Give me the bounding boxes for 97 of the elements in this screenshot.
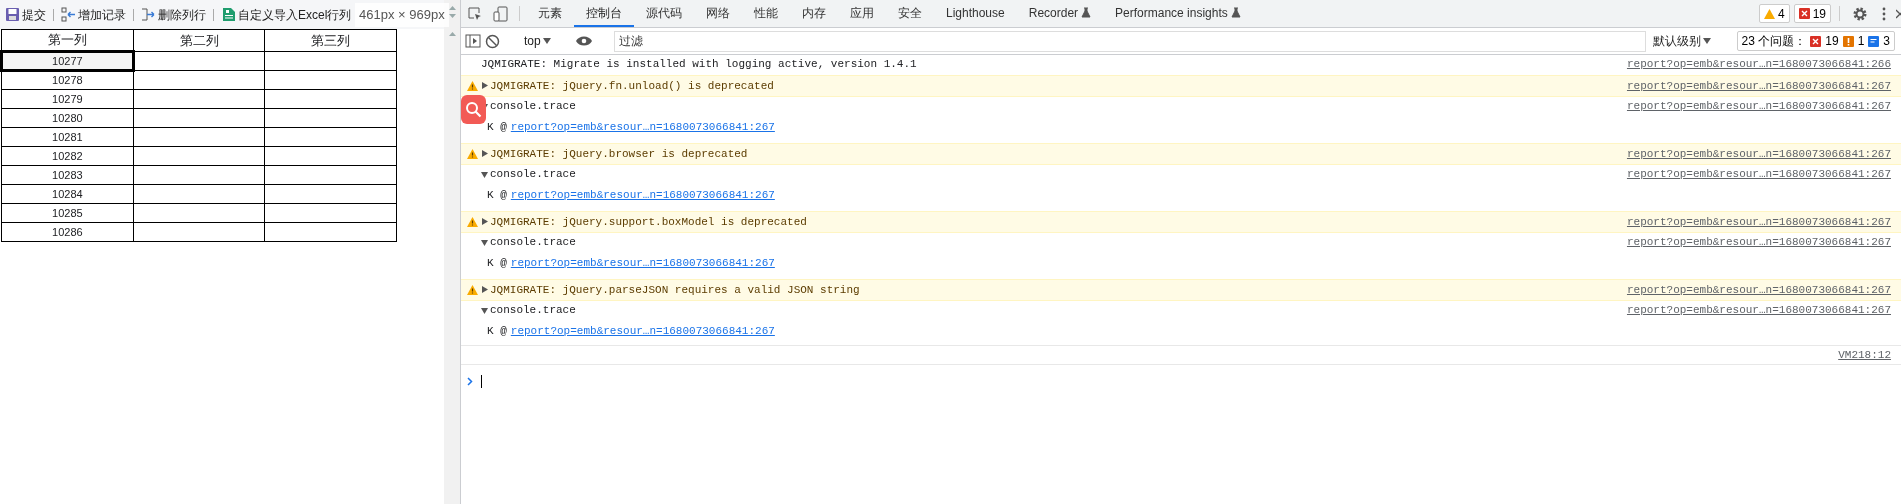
text-cursor (481, 375, 482, 388)
add-row-icon (61, 7, 76, 22)
stack-frame-link[interactable]: report?op=emb&resour…n=1680073066841:267 (510, 186, 775, 204)
expanded-triangle-icon[interactable] (481, 170, 488, 178)
column-header: 第三列 (264, 29, 397, 51)
source-link[interactable]: report?op=emb&resour…n=1680073066841:267 (1626, 166, 1891, 183)
info-icon (1868, 35, 1880, 47)
tab[interactable]: 性能 (742, 0, 790, 27)
tab[interactable]: 安全 (886, 0, 934, 27)
tab[interactable]: 网络 (694, 0, 742, 27)
stack-frame-name: K @ (487, 187, 507, 203)
clear-icon[interactable] (485, 33, 500, 49)
spreadsheet-icon (221, 7, 236, 22)
stack-frame-name: K @ (487, 255, 507, 271)
warning-message: JQMIGRATE: jQuery.support.boxModel is deprecated (490, 215, 807, 228)
eye-icon[interactable] (574, 35, 593, 47)
delete-button[interactable]: 删除列行 (138, 5, 209, 24)
tab[interactable]: 源代码 (634, 0, 694, 27)
filter-field[interactable]: 过滤 (613, 30, 1646, 52)
collapsed-triangle-icon[interactable] (481, 218, 488, 226)
expanded-triangle-icon[interactable] (481, 306, 488, 314)
inspect-icon[interactable] (467, 6, 483, 22)
error-icon (1810, 35, 1822, 47)
trace-label: console.trace (490, 168, 576, 181)
more-icon[interactable] (1882, 7, 1886, 21)
prompt-chevron-icon (467, 377, 473, 386)
table-cell: 10286 (1, 222, 134, 242)
warning-icon (1842, 35, 1854, 47)
trace-label: console.trace (490, 100, 576, 113)
dropdown-caret-icon (542, 38, 551, 44)
table-cell: 10281 (1, 127, 134, 147)
warning-icon (1763, 8, 1775, 19)
source-link[interactable]: report?op=emb&resour…n=1680073066841:267 (1626, 213, 1891, 231)
stack-frame-link[interactable]: report?op=emb&resour…n=1680073066841:267 (510, 254, 775, 272)
table-cell: 10282 (1, 146, 134, 166)
collapsed-triangle-icon[interactable] (481, 150, 488, 158)
collapsed-triangle-icon[interactable] (481, 286, 488, 294)
tab[interactable]: 应用 (838, 0, 886, 27)
warning-icon (467, 149, 478, 159)
source-link[interactable]: report?op=emb&resour…n=1680073066841:267 (1626, 98, 1891, 115)
stack-frame-link[interactable]: report?op=emb&resour…n=1680073066841:267 (510, 322, 775, 340)
source-link[interactable]: report?op=emb&resour…n=1680073066841:267 (1626, 77, 1891, 95)
tab[interactable]: Recorder (1016, 0, 1104, 27)
warning-icon (467, 285, 478, 295)
source-link[interactable]: VM218:12 (1838, 346, 1891, 364)
dropdown-caret-icon (1702, 38, 1711, 44)
warning-message: JQMIGRATE: jQuery.browser is deprecated (490, 147, 748, 160)
close-icon[interactable] (1896, 9, 1901, 19)
size-tooltip: 461px × 969px (355, 3, 449, 27)
warning-icon (467, 217, 478, 227)
search-button[interactable] (461, 95, 486, 124)
tab[interactable]: Performance insights (1103, 0, 1253, 27)
expanded-triangle-icon[interactable] (481, 238, 488, 246)
submit-button[interactable]: 提交 (2, 5, 49, 24)
save-icon (5, 7, 20, 22)
table-cell: 10283 (1, 165, 134, 185)
source-link[interactable]: report?op=emb&resour…n=1680073066841:267 (1626, 145, 1891, 163)
settings-icon[interactable] (1852, 6, 1868, 22)
log-message: JQMIGRATE: Migrate is installed with logging active, version 1.4.1 (481, 58, 917, 71)
tab[interactable]: 内存 (790, 0, 838, 27)
stack-frame-name: K @ (487, 119, 507, 135)
import-excel-button[interactable]: 自定义导入Excel行列 (218, 5, 355, 24)
warning-message: JQMIGRATE: jQuery.fn.unload() is deprecated (490, 79, 774, 92)
flask-icon (1230, 7, 1241, 18)
device-toolbar-icon[interactable] (493, 6, 509, 22)
warning-message: JQMIGRATE: jQuery.parseJSON requires a valid JSON string (490, 283, 860, 296)
tab[interactable]: 元素 (526, 0, 574, 27)
log-level-dropdown[interactable]: 默认级别 (1649, 32, 1714, 50)
warnings-badge[interactable]: 4 (1758, 4, 1790, 23)
table-cell: 10277 (1, 51, 134, 71)
source-link[interactable]: report?op=emb&resour…n=1680073066841:267 (1626, 234, 1891, 251)
context-dropdown[interactable]: top (521, 32, 554, 50)
flask-icon (1081, 7, 1092, 18)
tab[interactable]: Lighthouse (934, 0, 1017, 27)
delete-row-icon (141, 7, 156, 22)
search-icon (465, 101, 482, 118)
errors-badge[interactable]: 19 (1793, 4, 1831, 23)
table-cell: 10279 (1, 89, 134, 109)
table-cell: 10280 (1, 108, 134, 128)
collapsed-triangle-icon[interactable] (481, 82, 488, 90)
source-link[interactable]: report?op=emb&resour…n=1680073066841:267 (1626, 281, 1891, 299)
warning-icon (467, 81, 478, 91)
stack-frame-link[interactable]: report?op=emb&resour…n=1680073066841:267 (510, 118, 775, 136)
stack-frame-name: K @ (487, 323, 507, 339)
tab[interactable]: 控制台 (574, 0, 634, 27)
source-link[interactable]: report?op=emb&resour…n=1680073066841:266 (1626, 56, 1891, 73)
source-link[interactable]: report?op=emb&resour…n=1680073066841:267 (1626, 302, 1891, 319)
issues-button[interactable]: 23 个问题： 19 1 3 (1736, 31, 1895, 51)
table-cell: 10278 (1, 70, 134, 90)
add-record-button[interactable]: 增加记录 (58, 5, 129, 24)
error-icon (1798, 8, 1810, 19)
sidebar-toggle-icon[interactable] (465, 33, 481, 49)
column-header: 第二列 (133, 29, 265, 51)
table-cell: 10285 (1, 203, 134, 223)
table-cell: 10284 (1, 184, 134, 204)
trace-label: console.trace (490, 236, 576, 249)
trace-label: console.trace (490, 304, 576, 317)
